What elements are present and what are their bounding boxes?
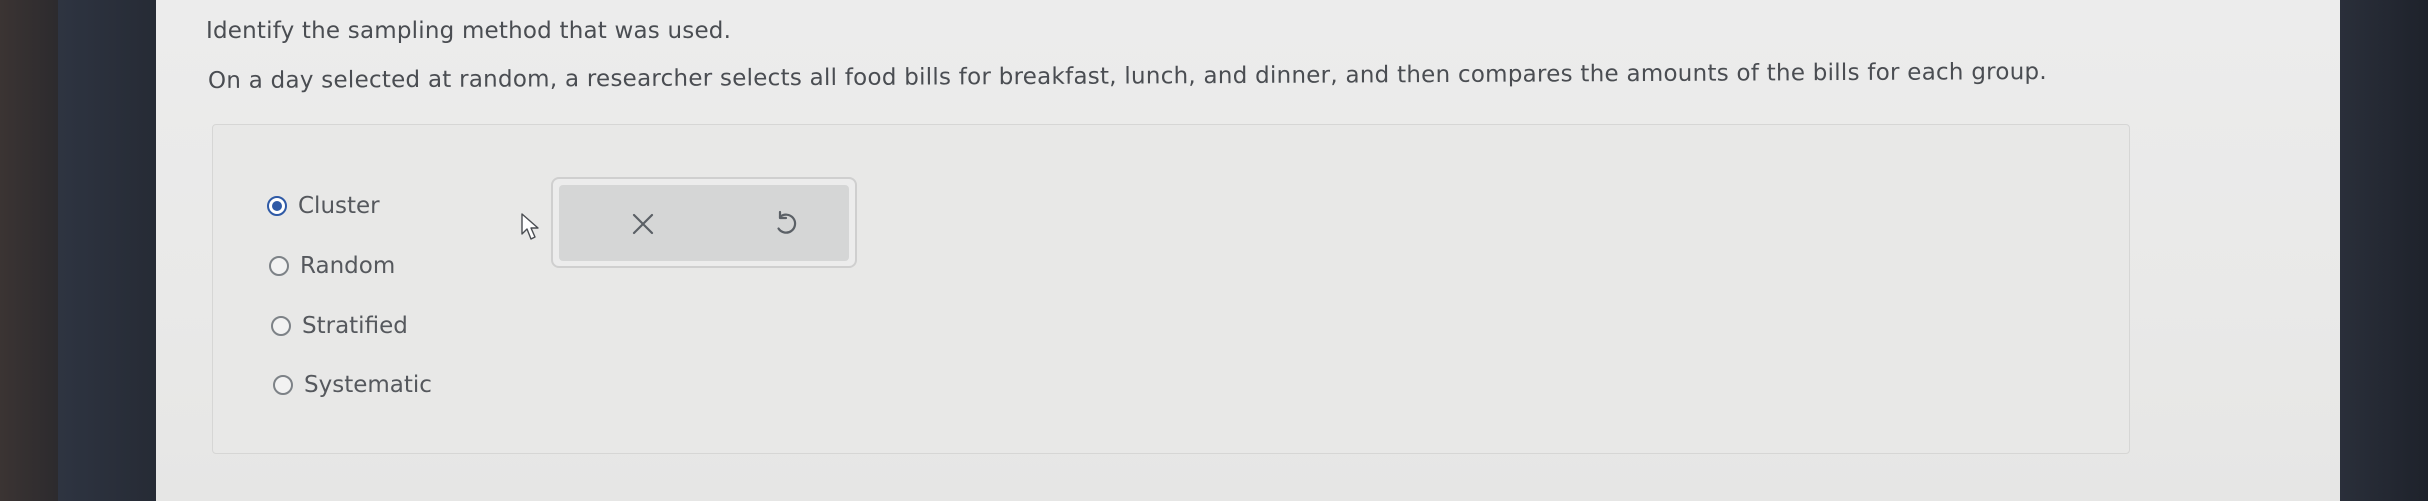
monitor-bezel-right — [2340, 0, 2428, 501]
answer-action-bar — [559, 185, 849, 261]
question-instruction: Identify the sampling method that was us… — [206, 18, 732, 44]
screen: Identify the sampling method that was us… — [156, 0, 2340, 501]
close-icon[interactable] — [621, 202, 665, 246]
radio-cluster[interactable] — [267, 196, 287, 216]
option-systematic[interactable]: Systematic — [273, 372, 432, 398]
radio-systematic[interactable] — [273, 375, 293, 395]
mouse-pointer-icon — [520, 212, 544, 246]
radio-random[interactable] — [269, 256, 289, 276]
option-cluster[interactable]: Cluster — [267, 193, 380, 219]
radio-stratified[interactable] — [271, 316, 291, 336]
answer-panel: Cluster Random Stratified Systematic — [212, 124, 2130, 454]
option-random[interactable]: Random — [269, 253, 395, 279]
answer-action-box — [551, 177, 857, 268]
option-label: Random — [300, 253, 396, 279]
option-label: Cluster — [298, 193, 380, 219]
undo-icon[interactable] — [763, 202, 807, 246]
option-label: Stratified — [302, 313, 408, 339]
question-prompt: On a day selected at random, a researche… — [207, 59, 2047, 94]
bezel-strip — [58, 0, 156, 501]
option-stratified[interactable]: Stratified — [271, 313, 408, 339]
monitor-bezel-left — [0, 0, 156, 501]
option-label: Systematic — [304, 372, 432, 398]
